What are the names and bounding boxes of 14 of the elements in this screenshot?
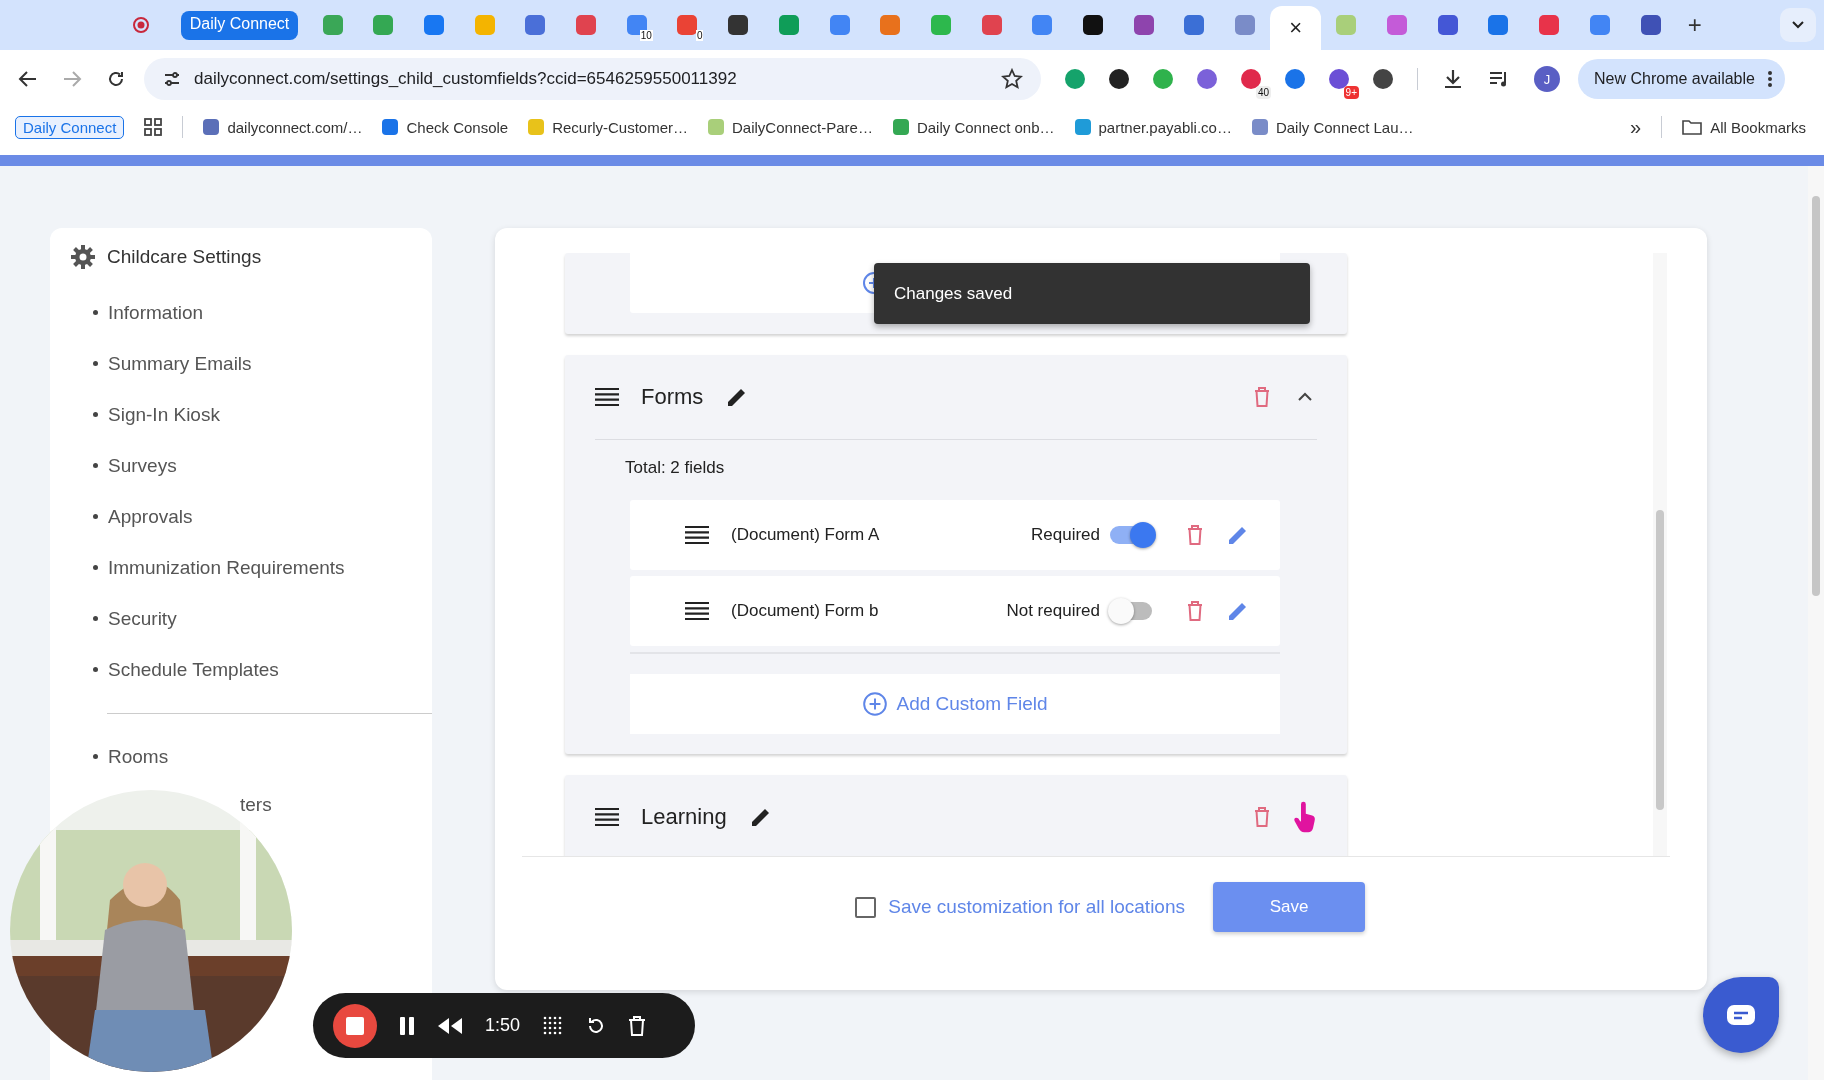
field-name: (Document) Form b <box>731 601 879 621</box>
sidebar-title: Childcare Settings <box>107 246 262 268</box>
section-title: Learning <box>641 804 727 830</box>
required-label: Required <box>1031 525 1100 545</box>
section-title: Forms <box>641 384 704 410</box>
tab-badge: 0 <box>695 30 704 41</box>
required-label: Not required <box>1006 601 1100 621</box>
extension-badge: 40 <box>1255 86 1271 99</box>
field-name: (Document) Form A <box>731 525 880 545</box>
recording-time: 1:50 <box>485 1015 521 1036</box>
extension-badge: 9+ <box>1343 86 1359 99</box>
tab-badge: 10 <box>639 30 653 41</box>
saved-toast: Changes saved <box>874 263 1310 324</box>
field-count: Total: 2 fields <box>625 458 726 478</box>
